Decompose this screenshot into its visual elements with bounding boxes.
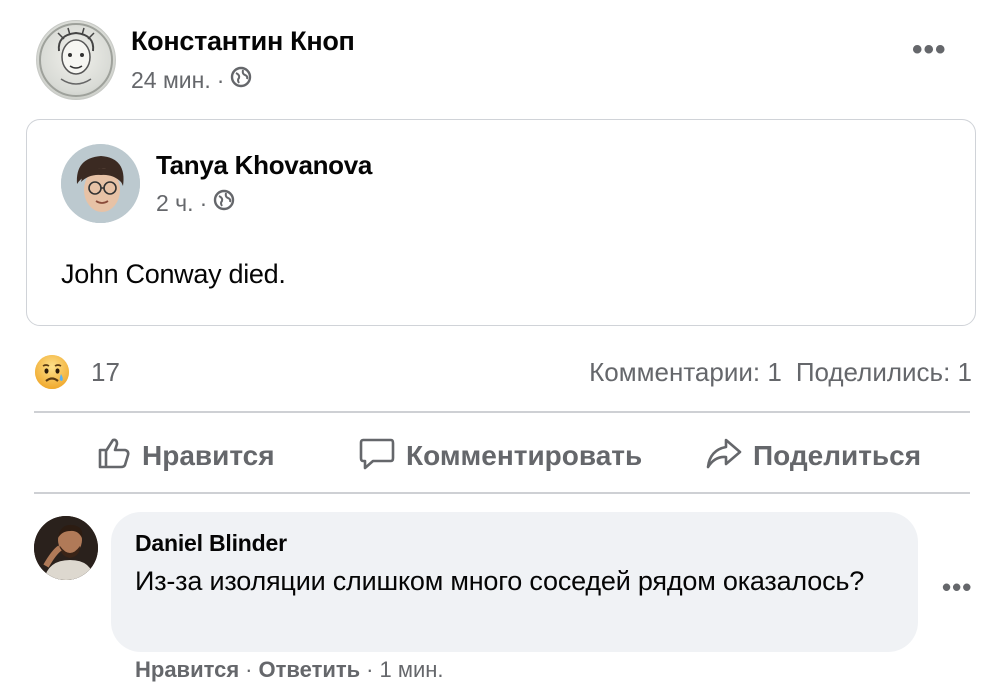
more-options-icon[interactable]: •••	[912, 35, 947, 65]
globe-icon	[213, 189, 235, 217]
shared-post-meta: 2 ч. ·	[156, 189, 235, 217]
shared-author-name[interactable]: Tanya Khovanova	[156, 150, 372, 181]
meta-separator: ·	[216, 66, 225, 93]
post-time[interactable]: 24 мин.	[131, 67, 211, 94]
comment-actions: Нравится · Ответить · 1 мин.	[135, 657, 444, 683]
sad-reaction-icon[interactable]	[34, 354, 70, 390]
post-stats: Комментарии: 1 Поделились: 1	[589, 357, 972, 388]
post-author-name[interactable]: Константин Кноп	[131, 26, 355, 57]
comment-label: Комментировать	[406, 440, 643, 471]
comment-like-link[interactable]: Нравится	[135, 657, 239, 683]
shared-post-text: John Conway died.	[61, 259, 286, 289]
share-label: Поделиться	[753, 440, 922, 471]
post-meta: 24 мин. ·	[131, 66, 252, 94]
comment-separator: ·	[245, 657, 253, 682]
commenter-name[interactable]: Daniel Blinder	[135, 530, 287, 557]
author-avatar[interactable]	[36, 20, 116, 100]
reaction-count[interactable]: 17	[91, 357, 120, 388]
shared-author-avatar[interactable]	[61, 144, 140, 223]
globe-icon	[230, 66, 252, 94]
like-button[interactable]: Нравится	[96, 436, 275, 476]
meta-separator: ·	[199, 189, 208, 216]
comment-more-options-icon[interactable]: •••	[942, 572, 972, 603]
share-button[interactable]: Поделиться	[705, 436, 921, 476]
comment-reply-link[interactable]: Ответить	[259, 657, 361, 683]
divider	[34, 411, 970, 413]
speech-bubble-icon	[358, 435, 396, 478]
comment-time[interactable]: 1 мин.	[380, 657, 444, 683]
thumbs-up-icon	[96, 435, 132, 478]
comment-text: Из-за изоляции слишком много соседей ряд…	[135, 566, 865, 596]
commenter-avatar[interactable]	[34, 516, 98, 580]
share-arrow-icon	[705, 435, 743, 478]
comment-separator: ·	[366, 657, 374, 682]
shared-post-time[interactable]: 2 ч.	[156, 190, 194, 217]
like-label: Нравится	[142, 440, 275, 471]
shares-count[interactable]: Поделились: 1	[796, 357, 972, 388]
divider	[34, 492, 970, 494]
comment-button[interactable]: Комментировать	[358, 436, 642, 476]
comments-count[interactable]: Комментарии: 1	[589, 357, 782, 388]
